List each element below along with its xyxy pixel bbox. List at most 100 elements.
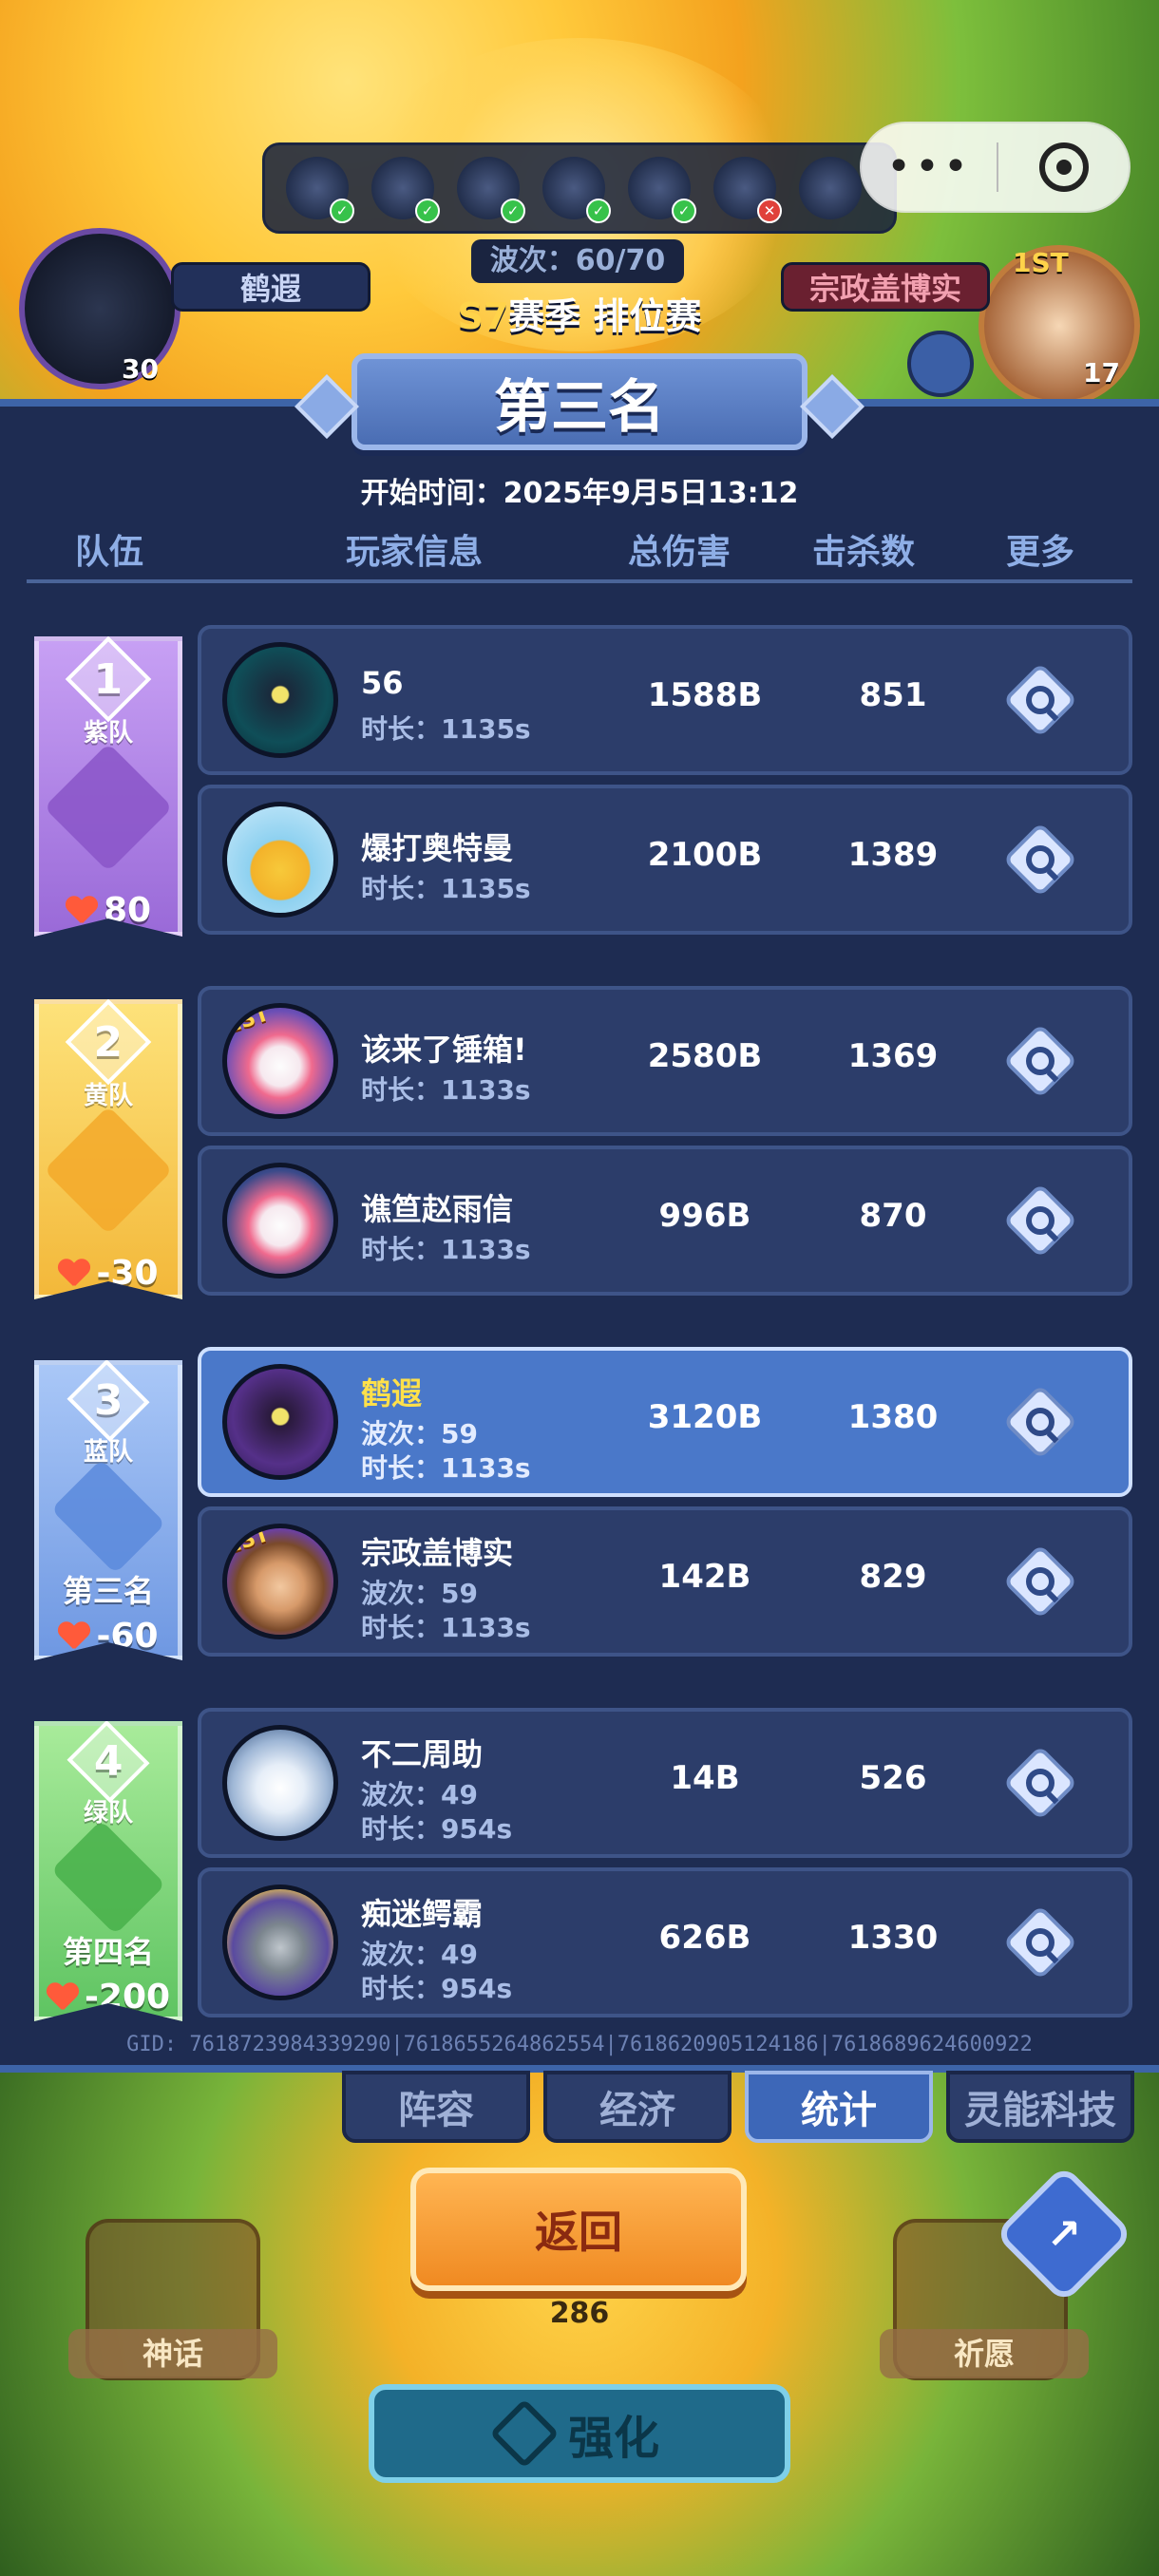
player-duration: 时长：1133s	[361, 1234, 531, 1265]
inspect-button[interactable]	[1002, 1183, 1078, 1259]
first-badge: 1ST	[222, 1003, 273, 1039]
team-number: 2	[93, 1017, 124, 1067]
placement-title: 第三名	[494, 373, 665, 441]
tab-lineup[interactable]: 阵容	[342, 2071, 530, 2143]
left-player-name: 鹤遐	[171, 262, 370, 312]
return-button[interactable]: 返回	[410, 2168, 747, 2291]
player-wave: 波次：49	[361, 1779, 478, 1810]
column-player: 玩家信息	[345, 533, 483, 572]
player-duration: 时长：954s	[361, 1973, 513, 2004]
game-id-line: GID: 7618723984339290|7618655264862554|7…	[126, 2033, 1033, 2056]
column-damage: 总伤害	[627, 533, 731, 572]
team-rank-label: 第三名	[62, 1573, 154, 1609]
player-damage: 3120B	[647, 1398, 763, 1436]
magnifier-icon	[1026, 1047, 1054, 1075]
purple-team-emblem-icon	[44, 743, 173, 872]
magnifier-icon	[1026, 686, 1054, 714]
inspect-button[interactable]	[1002, 1544, 1078, 1619]
player-avatar[interactable]	[222, 1885, 338, 2000]
player-damage: 996B	[658, 1197, 751, 1235]
team-number: 3	[93, 1376, 124, 1425]
player-row: 56 时长：1135s 1588B 851	[198, 625, 1132, 775]
more-menu-button[interactable]: •••	[862, 139, 997, 196]
magnifier-icon	[1026, 845, 1054, 874]
player-name: 56	[361, 665, 404, 701]
player-row: 1ST 宗政盖博实 波次：59 时长：1133s 142B 829	[198, 1506, 1132, 1657]
player-damage: 2580B	[647, 1037, 763, 1075]
wish-label: 祈愿	[880, 2329, 1089, 2378]
tab-psionic-tech[interactable]: 灵能科技	[946, 2071, 1134, 2143]
player-name: 爆打奥特曼	[361, 830, 514, 866]
player-damage: 626B	[658, 1919, 751, 1957]
player-duration: 时长：1133s	[361, 1452, 531, 1484]
inspect-button[interactable]	[1002, 1904, 1078, 1980]
inspect-button[interactable]	[1002, 822, 1078, 898]
heart-icon	[58, 1260, 90, 1288]
player-row: 不二周助 波次：49 时长：954s 14B 526	[198, 1708, 1132, 1858]
player-duration: 时长：1133s	[361, 1612, 531, 1643]
tab-statistics[interactable]: 统计	[745, 2071, 933, 2143]
player-wave: 波次：59	[361, 1578, 478, 1609]
player-name: 不二周助	[361, 1736, 484, 1772]
wave-counter: 波次：60/70	[471, 239, 684, 283]
player-kills: 1389	[847, 836, 939, 874]
upgrade-icon	[489, 2398, 560, 2469]
team-rank-label: 第四名	[62, 1934, 154, 1970]
player-avatar[interactable]	[222, 1364, 338, 1480]
inspect-button[interactable]	[1002, 1023, 1078, 1099]
tab-economy[interactable]: 经济	[543, 2071, 732, 2143]
player-name: 宗政盖博实	[361, 1535, 514, 1571]
check-icon: ✓	[586, 199, 611, 223]
player-row: 1ST 该来了锤箱! 时长：1133s 2580B 1369	[198, 986, 1132, 1136]
team-number: 1	[93, 654, 124, 704]
hero-beetle-icon: ✓	[371, 157, 440, 223]
header-divider	[27, 579, 1132, 583]
cross-icon: ✕	[757, 199, 782, 223]
hero-moon-icon: ✕	[713, 157, 782, 223]
share-icon: ↗	[1046, 2209, 1082, 2259]
player-avatar[interactable]	[222, 1725, 338, 1841]
team-number: 4	[93, 1737, 124, 1786]
player-row-self: 鹤遐 波次：59 时长：1133s 3120B 1380	[198, 1347, 1132, 1497]
player-name: 痴迷鳄霸	[361, 1896, 484, 1932]
team-banner-blue: 3 蓝队 第三名 -60	[34, 1360, 182, 1660]
player-avatar[interactable]: 1ST	[222, 1524, 338, 1639]
first-badge: 1ST	[1013, 247, 1069, 278]
player-row: 谯笪赵雨信 时长：1133s 996B 870	[198, 1146, 1132, 1296]
player-name: 该来了锤箱!	[361, 1032, 527, 1068]
player-damage: 142B	[658, 1558, 751, 1596]
right-player-name: 宗政盖博实	[781, 262, 990, 312]
inspect-button[interactable]	[1002, 1745, 1078, 1821]
player-avatar[interactable]	[222, 642, 338, 758]
player-wave: 波次：59	[361, 1418, 478, 1449]
start-time: 开始时间：2025年9月5日13:12	[360, 477, 799, 510]
player-avatar[interactable]	[222, 802, 338, 918]
check-icon: ✓	[330, 199, 354, 223]
player-duration: 时长：1135s	[361, 873, 531, 904]
player-avatar[interactable]	[222, 1163, 338, 1279]
enhance-button[interactable]: 强化	[369, 2384, 790, 2483]
player-kills: 1369	[847, 1037, 939, 1075]
column-more: 更多	[1005, 533, 1074, 572]
hero-duck-icon: ✓	[628, 157, 696, 223]
inspect-button[interactable]	[1002, 662, 1078, 738]
blue-team-emblem-icon	[50, 1459, 166, 1574]
right-player-level: 17	[1083, 357, 1120, 388]
column-kills: 击杀数	[811, 533, 915, 572]
player-kills: 1330	[847, 1919, 939, 1957]
hero-lineup-strip: ✓ ✓ ✓ ✓ ✓ ✕	[262, 142, 897, 234]
player-kills: 851	[859, 676, 927, 714]
chat-icon[interactable]	[907, 331, 974, 397]
hero-snowflake-icon: ✓	[457, 157, 525, 223]
player-duration: 时长：954s	[361, 1813, 513, 1845]
green-team-emblem-icon	[50, 1820, 166, 1935]
player-damage: 2100B	[647, 836, 763, 874]
close-miniprogram-button[interactable]	[998, 142, 1129, 192]
magnifier-icon	[1026, 1206, 1054, 1235]
column-team: 队伍	[74, 533, 143, 572]
player-damage: 14B	[670, 1759, 740, 1797]
first-badge: 1ST	[222, 1524, 273, 1560]
player-avatar[interactable]: 1ST	[222, 1003, 338, 1119]
inspect-button[interactable]	[1002, 1384, 1078, 1460]
team-banner-purple: 1 紫队 80	[34, 636, 182, 937]
